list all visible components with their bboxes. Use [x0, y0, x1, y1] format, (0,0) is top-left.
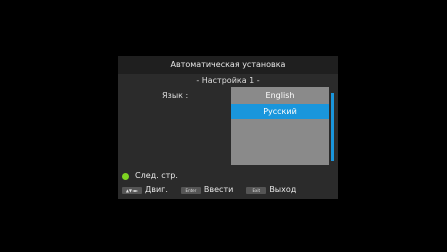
language-option-english[interactable]: English [231, 88, 329, 103]
language-label: Язык : [162, 91, 189, 100]
exit-key-icon: Exit [246, 186, 267, 194]
next-page-label: След. стр. [135, 171, 178, 180]
green-button-icon [122, 172, 129, 180]
language-list[interactable]: English Русский [231, 87, 329, 165]
exit-hint-label: Выход [269, 185, 297, 194]
language-list-scrollbar[interactable] [331, 93, 334, 161]
tv-screen: Автоматическая установка - Настройка 1 -… [0, 0, 447, 252]
language-option-russian[interactable]: Русский [231, 104, 329, 119]
dialog-title: Автоматическая установка [118, 56, 338, 74]
next-page-hint[interactable]: След. стр. [122, 170, 178, 182]
dialog-footer: След. стр. ▲▼◄► Двиг. Enter Ввести Exit … [118, 166, 338, 199]
dialog-subtitle: - Настройка 1 - [196, 76, 260, 85]
enter-key-icon: Enter [180, 186, 201, 194]
arrow-keys-icon: ▲▼◄► [122, 186, 142, 194]
key-hints: ▲▼◄► Двиг. Enter Ввести Exit Выход [122, 184, 296, 196]
auto-install-dialog: Автоматическая установка - Настройка 1 -… [118, 56, 338, 199]
move-hint-label: Двиг. [145, 185, 168, 194]
enter-hint-label: Ввести [203, 185, 234, 194]
